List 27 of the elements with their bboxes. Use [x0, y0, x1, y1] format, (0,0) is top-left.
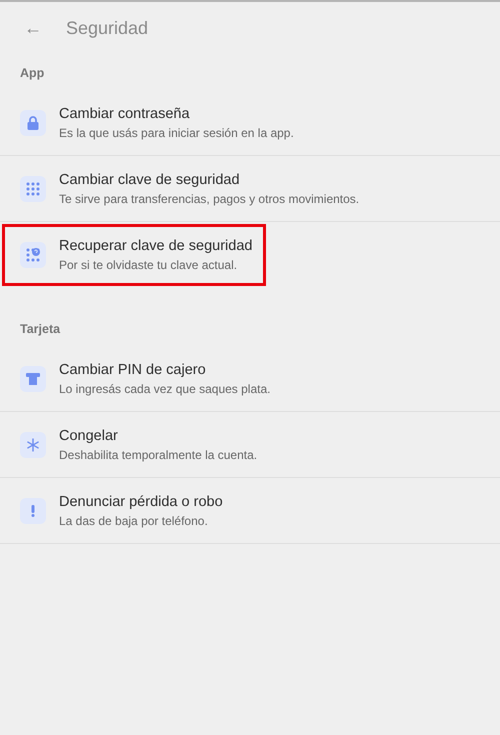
item-description: Por si te olvidaste tu clave actual.	[59, 258, 238, 272]
item-title: Cambiar clave de seguridad	[59, 172, 241, 188]
lock-icon	[27, 116, 39, 130]
section-title: App	[19, 65, 46, 82]
item-description: Deshabilita temporalmente la cuenta.	[59, 448, 258, 462]
settings-item[interactable]: Congelar Deshabilita temporalmente la cuenta.	[0, 412, 500, 478]
atm-icon	[26, 372, 40, 384]
item-description: Lo ingresás cada vez que saques plata.	[59, 382, 270, 396]
item-description: Es la que usás para iniciar sesión en la app.	[59, 126, 294, 140]
exclamation-icon	[31, 504, 35, 516]
settings-item[interactable]: Recuperar clave de seguridad Por si te olvidaste tu clave actual.	[0, 222, 268, 288]
item-title: Denunciar pérdida o robo	[59, 494, 223, 510]
item-title: Congelar	[59, 428, 119, 444]
settings-item[interactable]: Cambiar clave de seguridad Te sirve para transferencias, pagos y otros movimientos.	[0, 156, 500, 222]
item-description: Te sirve para transferencias, pagos y otros movimientos.	[59, 192, 360, 206]
item-title: Recuperar clave de seguridad	[59, 238, 252, 254]
settings-item[interactable]: Cambiar PIN de cajero Lo ingresás cada vez que saques plata.	[0, 346, 500, 412]
section-title: Tarjeta	[19, 321, 62, 338]
settings-item[interactable]: Cambiar contraseña Es la que usás para iniciar sesión en la app.	[0, 90, 500, 156]
item-title: Cambiar contraseña	[59, 106, 191, 122]
page-title: Seguridad	[66, 18, 148, 38]
keypad-icon	[26, 182, 40, 196]
snowflake-icon	[26, 438, 40, 452]
keypad-question-icon	[26, 248, 40, 262]
item-title: Cambiar PIN de cajero	[59, 362, 207, 378]
item-description: La das de baja por teléfono.	[59, 514, 209, 528]
settings-item[interactable]: Denunciar pérdida o robo La das de baja por teléfono.	[0, 478, 500, 544]
